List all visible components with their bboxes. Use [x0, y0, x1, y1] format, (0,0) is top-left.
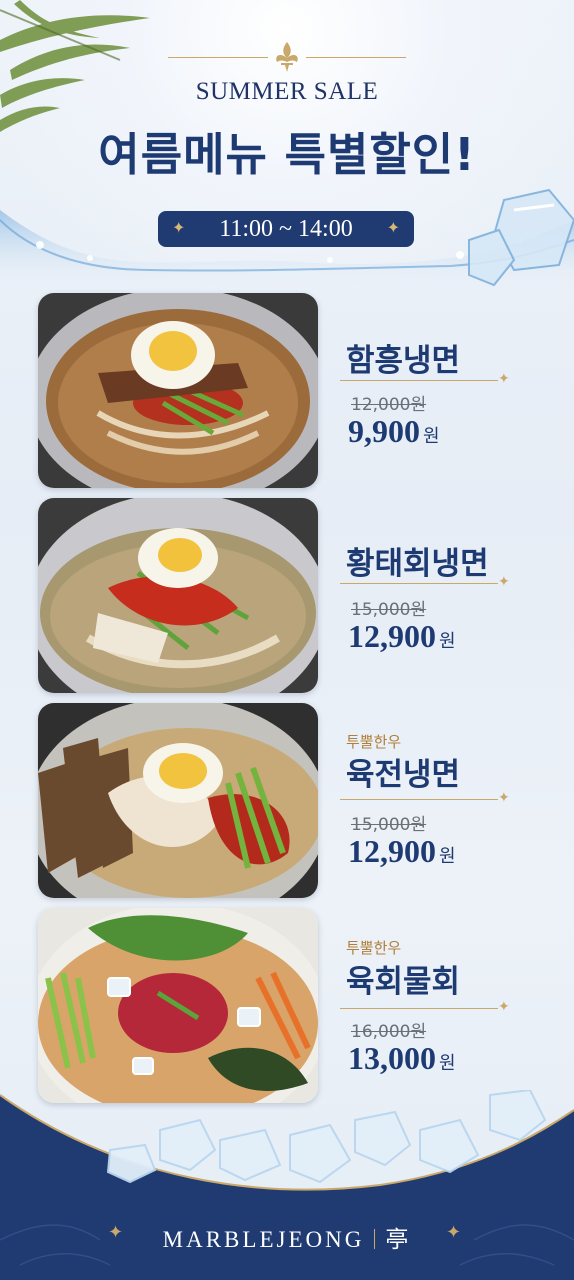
- sale-price-amount: 9,900: [348, 413, 420, 449]
- ornament-icon: ✦: [108, 1222, 127, 1242]
- food-photo: [38, 703, 318, 898]
- menu-name: 함흥냉면: [346, 343, 461, 379]
- currency: 원: [423, 426, 440, 447]
- divider: [340, 799, 498, 800]
- sale-price: 12,900 원: [348, 833, 456, 870]
- divider: [340, 1008, 498, 1009]
- sale-price-amount: 12,900: [348, 833, 436, 869]
- ornament-icon: ✦: [172, 220, 186, 237]
- old-price: 15,000원: [351, 815, 427, 835]
- summer-sale-label: SUMMER SALE: [195, 78, 379, 105]
- sale-price: 12,900 원: [348, 618, 456, 655]
- currency: 원: [439, 846, 456, 867]
- headline: 여름메뉴 특별할인!: [98, 128, 476, 181]
- divider: [340, 380, 498, 381]
- old-price: 16,000원: [351, 1022, 427, 1042]
- old-price: 12,000원: [351, 395, 427, 415]
- promo-poster: SUMMER SALE 여름메뉴 특별할인! ✦ 11:00 ~ 14:00 ✦: [0, 0, 574, 1280]
- currency: 원: [439, 1053, 456, 1074]
- brand-logo: ✦ MARBLEJEONG 亭 ✦: [0, 1220, 574, 1254]
- food-photo: [38, 908, 318, 1103]
- sale-price: 13,000 원: [348, 1040, 456, 1077]
- sale-price: 9,900 원: [348, 413, 440, 450]
- divider: [340, 583, 498, 584]
- old-price: 15,000원: [351, 600, 427, 620]
- time-range-pill: ✦ 11:00 ~ 14:00 ✦: [158, 211, 414, 247]
- food-photo: [38, 498, 318, 693]
- brand-char: 亭: [385, 1227, 412, 1252]
- divider-right: [306, 57, 406, 58]
- sale-price-amount: 12,900: [348, 618, 436, 654]
- menu-name: 육회물회: [346, 964, 461, 1000]
- ornament-icon: ✦: [498, 999, 510, 1015]
- ornament-icon: ✦: [386, 220, 400, 237]
- fleur-de-lis-icon: [276, 42, 298, 72]
- food-photo: [38, 293, 318, 488]
- premium-badge: 투뿔한우: [346, 939, 402, 957]
- ornament-icon: ✦: [498, 790, 510, 806]
- ornament-icon: ✦: [446, 1222, 465, 1242]
- ornament-icon: ✦: [498, 371, 510, 387]
- menu-name: 황태회냉면: [346, 546, 489, 582]
- time-range: 11:00 ~ 14:00: [219, 216, 353, 242]
- menu-name: 육전냉면: [346, 757, 461, 793]
- brand-separator: [374, 1229, 376, 1249]
- divider-left: [168, 57, 268, 58]
- sale-price-amount: 13,000: [348, 1040, 436, 1076]
- brand-name: MARBLEJEONG: [162, 1227, 365, 1252]
- currency: 원: [439, 631, 456, 652]
- ice-cubes-icon: [468, 188, 574, 287]
- ornament-icon: ✦: [498, 574, 510, 590]
